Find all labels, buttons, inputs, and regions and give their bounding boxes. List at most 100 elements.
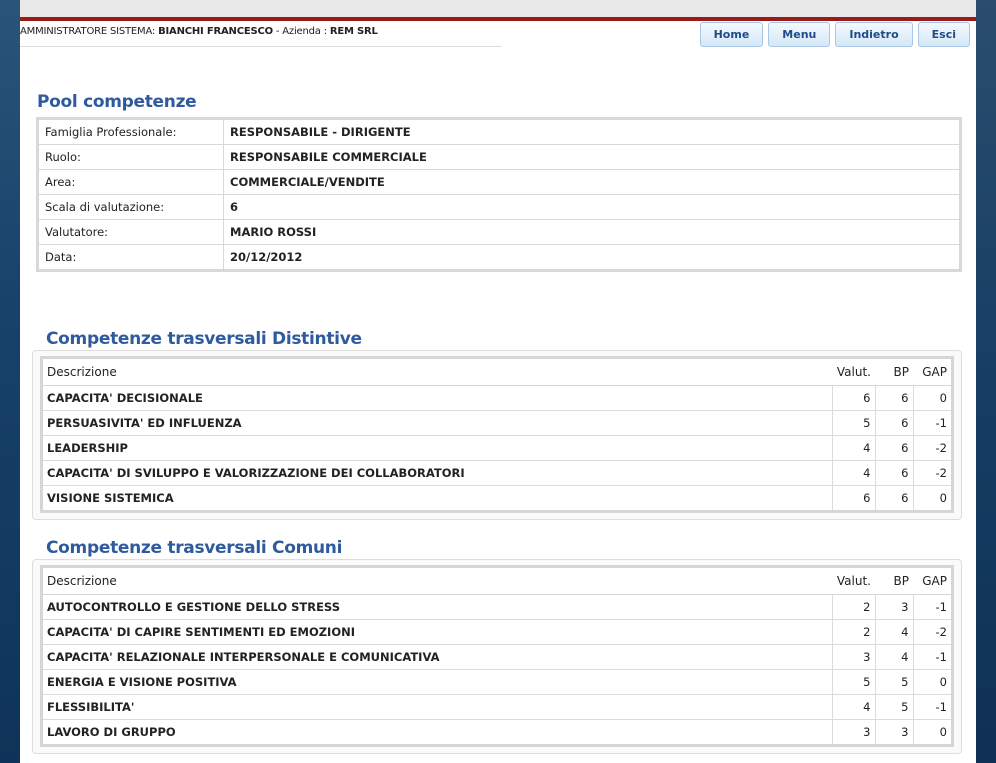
distintive-panel: Descrizione Valut. BP GAP CAPACITA' DECI… — [32, 350, 962, 520]
competence-name: ENERGIA E VISIONE POSITIVA — [41, 669, 833, 695]
home-button[interactable]: Home — [699, 22, 764, 47]
valut-value: 5 — [832, 669, 875, 695]
user-name: BIANCHI FRANCESCO — [158, 26, 273, 37]
info-value: 20/12/2012 — [230, 250, 303, 264]
info-label: Valutatore: — [37, 219, 224, 245]
gap-value: -1 — [912, 694, 953, 720]
gap-value: -1 — [912, 644, 953, 670]
info-label: Ruolo: — [37, 144, 224, 170]
table-row: LAVORO DI GRUPPO 3 3 0 — [42, 719, 953, 746]
gap-value: 0 — [912, 669, 953, 695]
table-header-row: Descrizione Valut. BP GAP — [41, 566, 953, 595]
header-description: Descrizione — [41, 566, 833, 595]
distintive-title: Competenze trasversali Distintive — [46, 329, 362, 349]
bp-value: 6 — [874, 460, 913, 486]
header-bp: BP — [875, 357, 913, 386]
valut-value: 6 — [832, 385, 875, 411]
info-label: Area: — [37, 169, 224, 195]
table-row: PERSUASIVITA' ED INFLUENZA 5 6 -1 — [41, 410, 953, 436]
pool-info-table: Famiglia Professionale: RESPONSABILE - D… — [36, 117, 962, 272]
valut-value: 4 — [832, 460, 875, 486]
header-gap: GAP — [913, 357, 953, 386]
company-label: - Azienda : — [275, 26, 327, 37]
info-row: Famiglia Professionale: RESPONSABILE - D… — [37, 118, 961, 145]
table-row: AUTOCONTROLLO E GESTIONE DELLO STRESS 2 … — [41, 594, 953, 620]
info-value: MARIO ROSSI — [223, 219, 961, 245]
bp-value: 4 — [874, 619, 913, 645]
exit-button[interactable]: Esci — [917, 22, 970, 47]
competence-name: CAPACITA' RELAZIONALE INTERPERSONALE E C… — [41, 644, 833, 670]
table-row: ENERGIA E VISIONE POSITIVA 5 5 0 — [41, 669, 953, 695]
table-header-row: Descrizione Valut. BP GAP — [41, 357, 953, 386]
header-bp: BP — [875, 566, 913, 595]
main-page: AMMINISTRATORE SISTEMA: BIANCHI FRANCESC… — [20, 0, 976, 763]
valut-value: 2 — [832, 619, 875, 645]
competence-name: CAPACITA' DI SVILUPPO E VALORIZZAZIONE D… — [41, 460, 833, 486]
gap-value: 0 — [912, 719, 953, 746]
competence-name: LEADERSHIP — [41, 435, 833, 461]
info-label: Scala di valutazione: — [37, 194, 224, 220]
header-gap: GAP — [913, 566, 953, 595]
valut-value: 4 — [832, 694, 875, 720]
company-name: REM SRL — [329, 26, 378, 37]
gap-value: -1 — [912, 410, 953, 436]
header-valut: Valut. — [832, 357, 875, 386]
gap-value: 0 — [912, 485, 953, 512]
header-valut: Valut. — [832, 566, 875, 595]
gap-value: -1 — [912, 594, 953, 620]
info-value: 6 — [223, 194, 961, 220]
gap-value: 0 — [912, 385, 953, 411]
comuni-table: Descrizione Valut. BP GAP AUTOCONTROLLO … — [40, 565, 954, 747]
table-row: LEADERSHIP 4 6 -2 — [41, 435, 953, 461]
header-description: Descrizione — [41, 357, 833, 386]
distintive-table: Descrizione Valut. BP GAP CAPACITA' DECI… — [40, 356, 954, 513]
comuni-title: Competenze trasversali Comuni — [46, 538, 343, 558]
gap-value: -2 — [912, 435, 953, 461]
gap-value: -2 — [912, 619, 953, 645]
user-info-bar: AMMINISTRATORE SISTEMA: BIANCHI FRANCESC… — [20, 26, 502, 47]
info-value: COMMERCIALE/VENDITE — [223, 169, 961, 195]
menu-button[interactable]: Menu — [768, 22, 831, 47]
bp-value: 5 — [874, 669, 913, 695]
background-left — [0, 0, 20, 763]
background-right — [976, 0, 996, 763]
table-row: CAPACITA' DI SVILUPPO E VALORIZZAZIONE D… — [41, 460, 953, 486]
top-bar — [20, 0, 976, 21]
gap-value: -2 — [912, 460, 953, 486]
back-button[interactable]: Indietro — [835, 22, 913, 47]
info-row: Area: COMMERCIALE/VENDITE — [37, 169, 961, 195]
comuni-panel: Descrizione Valut. BP GAP AUTOCONTROLLO … — [32, 559, 962, 754]
info-row: Data: 20/12/2012 — [37, 244, 961, 271]
bp-value: 5 — [874, 694, 913, 720]
competence-name: FLESSIBILITA' — [41, 694, 833, 720]
info-value: RESPONSABILE COMMERCIALE — [223, 144, 961, 170]
competence-name: CAPACITA' DI CAPIRE SENTIMENTI ED EMOZIO… — [41, 619, 833, 645]
user-role: AMMINISTRATORE SISTEMA: — [20, 26, 156, 37]
info-row: Ruolo: RESPONSABILE COMMERCIALE — [37, 144, 961, 170]
table-row: VISIONE SISTEMICA 6 6 0 — [42, 485, 953, 512]
info-value: RESPONSABILE - DIRIGENTE — [223, 118, 961, 145]
info-row: Valutatore: MARIO ROSSI — [37, 219, 961, 245]
competence-name: VISIONE SISTEMICA — [47, 491, 174, 505]
bp-value: 6 — [874, 435, 913, 461]
bp-value: 6 — [874, 485, 913, 512]
nav-buttons: Home Menu Indietro Esci — [699, 22, 970, 47]
bp-value: 3 — [874, 719, 913, 746]
competence-name: LAVORO DI GRUPPO — [47, 725, 176, 739]
bp-value: 6 — [874, 410, 913, 436]
bp-value: 6 — [874, 385, 913, 411]
pool-title: Pool competenze — [37, 92, 197, 112]
valut-value: 2 — [832, 594, 875, 620]
table-row: CAPACITA' RELAZIONALE INTERPERSONALE E C… — [41, 644, 953, 670]
bp-value: 4 — [874, 644, 913, 670]
bp-value: 3 — [874, 594, 913, 620]
valut-value: 3 — [832, 644, 875, 670]
valut-value: 4 — [832, 435, 875, 461]
competence-name: AUTOCONTROLLO E GESTIONE DELLO STRESS — [41, 594, 833, 620]
valut-value: 3 — [832, 719, 875, 746]
valut-value: 5 — [832, 410, 875, 436]
competence-name: PERSUASIVITA' ED INFLUENZA — [41, 410, 833, 436]
valut-value: 6 — [832, 485, 875, 512]
table-row: FLESSIBILITA' 4 5 -1 — [41, 694, 953, 720]
competence-name: CAPACITA' DECISIONALE — [41, 385, 833, 411]
